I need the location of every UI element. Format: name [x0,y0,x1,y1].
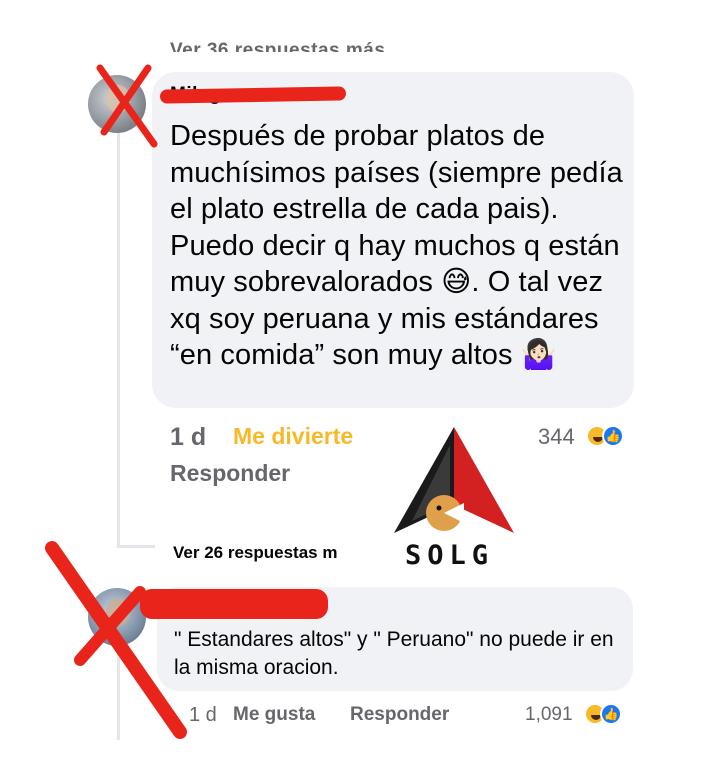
like-button[interactable]: Me gusta [233,704,315,726]
censor-x-mark [45,541,187,739]
comment-timestamp[interactable]: 1 d [189,704,217,727]
thread-line-vertical [117,130,120,548]
reaction-count[interactable]: 1,091 [525,704,573,726]
comment-timestamp[interactable]: 1 d [170,423,206,452]
like-reaction-icon: 👍 [600,703,622,725]
reaction-count[interactable]: 344 [538,424,575,450]
like-reaction-icon: 👍 [602,425,624,447]
comment-text: Después de probar platos de muchísimos p… [170,120,623,371]
comment-text: " Estandares altos" y " Peruano" no pued… [174,628,614,679]
watermark-text: SOLG [405,540,495,571]
reaction-summary[interactable]: 👍 [586,425,626,449]
view-more-replies-top[interactable]: Ver 36 respuestas más... [170,36,403,52]
censor-x-mark [96,64,158,148]
view-replies-link[interactable]: Ver 26 respuestas m [173,543,337,563]
reaction-summary[interactable]: 👍 [584,703,624,727]
reaction-button[interactable]: Me divierte [233,423,353,450]
reply-button[interactable]: Responder [170,460,290,487]
censor-name-strike [140,589,328,619]
reply-button[interactable]: Responder [350,704,449,726]
